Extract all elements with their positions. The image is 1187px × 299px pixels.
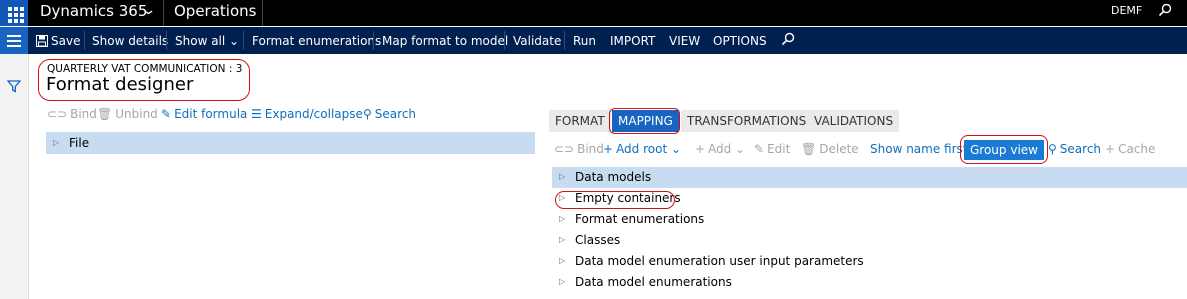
divider — [564, 31, 565, 50]
divider — [373, 31, 374, 50]
chevron-down-icon: ⌄ — [671, 142, 682, 156]
run-button[interactable]: Run — [573, 34, 596, 48]
tab-format[interactable]: FORMAT — [549, 110, 611, 132]
cache-button[interactable]: + Cache — [1105, 142, 1155, 156]
tree-row-classes[interactable]: ▷ Classes — [552, 230, 1187, 251]
cache-label: Cache — [1118, 142, 1156, 156]
divider — [262, 0, 263, 26]
company-picker[interactable]: DEMF — [1111, 4, 1142, 17]
save-button[interactable]: Save — [36, 34, 80, 48]
plus-icon: + — [1105, 142, 1116, 156]
link-icon: ⊂⊃ — [47, 107, 68, 121]
expand-triangle-icon[interactable]: ▷ — [559, 235, 565, 244]
divider — [166, 31, 167, 50]
save-label: Save — [51, 34, 81, 48]
tree-row-data-model-enumeration-user-input-parameters[interactable]: ▷ Data model enumeration user input para… — [552, 251, 1187, 272]
view-tab[interactable]: VIEW — [669, 34, 700, 48]
app-launcher-icon[interactable] — [0, 0, 28, 26]
edit-label: Edit — [767, 142, 791, 156]
show-details-button[interactable]: Show details — [92, 34, 168, 48]
mapping-tab-highlight-circle — [609, 108, 680, 134]
top-bar: Dynamics 365 ⌄ Operations DEMF — [0, 0, 1187, 26]
tree-item-label: Data models — [575, 170, 652, 184]
title-highlight-circle — [38, 59, 250, 101]
mapping-bind-button[interactable]: ⊂⊃ Bind — [554, 142, 604, 156]
mapping-search-button[interactable]: ⚲ Search — [1048, 142, 1101, 156]
tree-item-label: Data model enumeration user input parame… — [575, 254, 864, 268]
expand-collapse-label: Expand/collapse — [264, 107, 363, 121]
trash-icon: 🗑 — [97, 107, 113, 121]
search-icon: ⚲ — [363, 107, 372, 121]
search-icon[interactable] — [781, 32, 795, 49]
pencil-icon: ✎ — [161, 107, 172, 121]
search-icon: ⚲ — [1048, 142, 1057, 156]
tree-item-label: Classes — [575, 233, 621, 247]
action-pane: Save Show details Show all ⌄ Format enum… — [0, 27, 1187, 54]
show-name-first-button[interactable]: Show name first — [870, 142, 968, 156]
add-label: Add — [708, 142, 732, 156]
tree-row-data-models[interactable]: ▷ Data models — [552, 167, 1187, 188]
edit-formula-button[interactable]: ✎ Edit formula — [161, 107, 247, 121]
navigation-menu-icon[interactable] — [0, 27, 28, 54]
divider — [504, 31, 505, 50]
save-icon — [36, 35, 48, 47]
unbind-button[interactable]: 🗑 Unbind — [97, 107, 158, 121]
mapping-bind-label: Bind — [577, 142, 604, 156]
pencil-icon: ✎ — [754, 142, 765, 156]
left-search-label: Search — [374, 107, 417, 121]
empty-containers-highlight-circle — [555, 191, 675, 209]
show-all-button[interactable]: Show all ⌄ — [175, 34, 239, 48]
expand-triangle-icon[interactable]: ▷ — [53, 138, 59, 147]
edit-button[interactable]: ✎ Edit — [754, 142, 790, 156]
unbind-label: Unbind — [115, 107, 158, 121]
trash-icon: 🗑 — [801, 142, 817, 156]
add-button[interactable]: + Add ⌄ — [695, 142, 745, 156]
bind-label: Bind — [70, 107, 97, 121]
delete-button[interactable]: 🗑 Delete — [801, 142, 859, 156]
plus-icon: + — [695, 142, 706, 156]
plus-icon: + — [603, 142, 614, 156]
add-root-button[interactable]: + Add root ⌄ — [603, 142, 681, 156]
delete-label: Delete — [819, 142, 859, 156]
expand-triangle-icon[interactable]: ▷ — [559, 256, 565, 265]
chevron-down-icon: ⌄ — [229, 34, 240, 48]
tab-transformations[interactable]: TRANSFORMATIONS — [681, 110, 813, 132]
app-name[interactable]: Dynamics 365 — [40, 2, 147, 20]
edit-formula-label: Edit formula — [174, 107, 248, 121]
validate-button[interactable]: Validate — [513, 34, 561, 48]
chevron-down-icon[interactable]: ⌄ — [140, 3, 156, 18]
left-rail — [0, 54, 29, 299]
filter-icon[interactable] — [6, 80, 22, 96]
divider — [163, 0, 164, 26]
group-view-highlight-circle — [960, 135, 1048, 164]
expand-collapse-button[interactable]: ☰ Expand/collapse — [251, 107, 363, 121]
tree-item-label: Format enumerations — [575, 212, 705, 226]
divider — [243, 31, 244, 50]
link-icon: ⊂⊃ — [554, 142, 575, 156]
format-enumerations-button[interactable]: Format enumerations — [252, 34, 381, 48]
list-icon: ☰ — [251, 107, 262, 121]
mapping-search-label: Search — [1059, 142, 1102, 156]
bind-button[interactable]: ⊂⊃ Bind — [47, 107, 97, 121]
expand-triangle-icon[interactable]: ▷ — [559, 214, 565, 223]
add-root-label: Add root — [616, 142, 668, 156]
import-tab[interactable]: IMPORT — [610, 34, 655, 48]
expand-triangle-icon[interactable]: ▷ — [559, 277, 565, 286]
tree-row-file[interactable]: ▷ File — [46, 132, 535, 154]
divider — [84, 31, 85, 50]
left-search-button[interactable]: ⚲ Search — [363, 107, 416, 121]
tree-item-label: Data model enumerations — [575, 275, 732, 289]
search-icon[interactable] — [1158, 3, 1172, 20]
module-name[interactable]: Operations — [174, 2, 256, 20]
map-format-to-model-button[interactable]: Map format to model — [382, 34, 508, 48]
show-all-label: Show all — [175, 34, 226, 48]
expand-triangle-icon[interactable]: ▷ — [559, 172, 565, 181]
chevron-down-icon: ⌄ — [735, 142, 746, 156]
tree-row-data-model-enumerations[interactable]: ▷ Data model enumerations — [552, 272, 1187, 293]
options-tab[interactable]: OPTIONS — [713, 34, 767, 48]
tree-item-label: File — [69, 136, 90, 150]
tree-row-format-enumerations[interactable]: ▷ Format enumerations — [552, 209, 1187, 230]
tab-validations[interactable]: VALIDATIONS — [808, 110, 900, 132]
